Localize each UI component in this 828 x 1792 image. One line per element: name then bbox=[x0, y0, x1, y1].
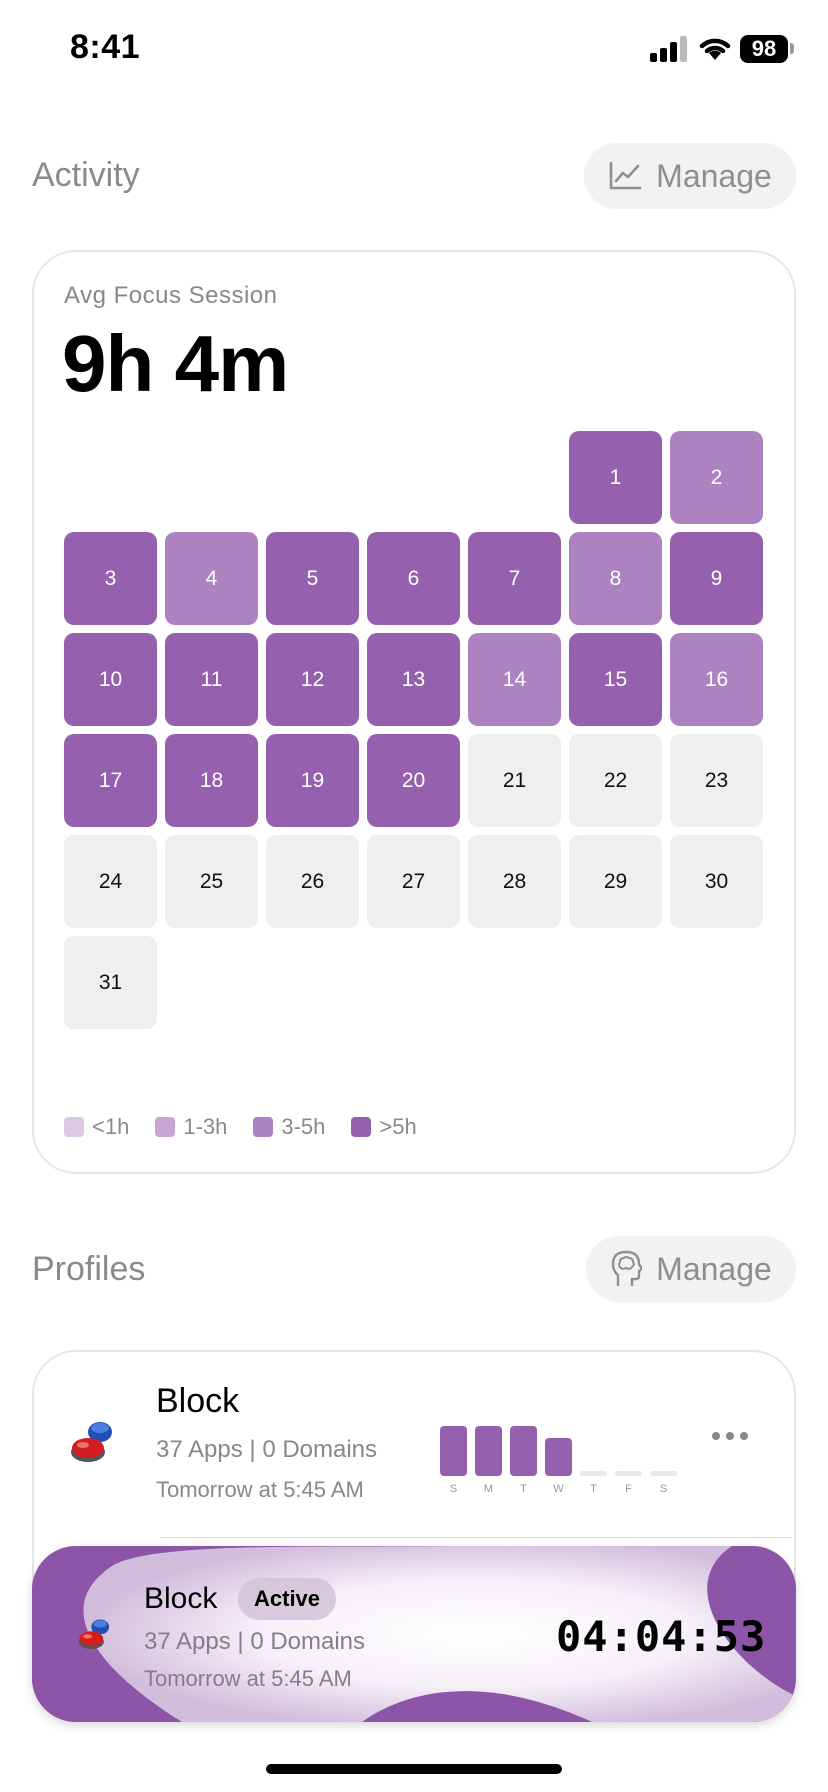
calendar-day[interactable]: 1 bbox=[569, 431, 662, 524]
legend-item: <1h bbox=[64, 1114, 129, 1140]
dot-icon bbox=[740, 1432, 748, 1440]
usage-bar bbox=[545, 1438, 572, 1476]
calendar-day[interactable]: 27 bbox=[367, 835, 460, 928]
active-profile-name: Block bbox=[144, 1582, 218, 1615]
home-indicator[interactable] bbox=[266, 1764, 562, 1774]
legend-label: <1h bbox=[92, 1114, 130, 1139]
usage-bar bbox=[475, 1426, 502, 1476]
calendar-day[interactable]: 13 bbox=[367, 633, 460, 726]
calendar-day[interactable]: 11 bbox=[165, 633, 258, 726]
calendar-day[interactable]: 4 bbox=[165, 532, 258, 625]
brain-head-icon bbox=[611, 1250, 643, 1286]
usage-day-label: T bbox=[520, 1483, 527, 1495]
legend-item: 3-5h bbox=[253, 1114, 325, 1140]
calendar-day[interactable]: 14 bbox=[468, 633, 561, 726]
calendar-day[interactable]: 28 bbox=[468, 835, 561, 928]
calendar-day[interactable]: 21 bbox=[468, 734, 561, 827]
profiles-manage-button[interactable]: Manage bbox=[586, 1236, 796, 1302]
usage-day-label: T bbox=[590, 1483, 597, 1495]
avg-focus-label: Avg Focus Session bbox=[64, 282, 278, 309]
calendar-day[interactable]: 5 bbox=[266, 532, 359, 625]
calendar-legend: <1h 1-3h 3-5h >5h bbox=[64, 1114, 417, 1140]
calendar-day[interactable]: 9 bbox=[670, 532, 763, 625]
calendar-day[interactable]: 10 bbox=[64, 633, 157, 726]
calendar-day[interactable]: 29 bbox=[569, 835, 662, 928]
profile-schedule: Tomorrow at 5:45 AM bbox=[156, 1477, 364, 1502]
status-time: 8:41 bbox=[70, 28, 141, 66]
calendar-day[interactable]: 22 bbox=[569, 734, 662, 827]
wifi-icon bbox=[699, 38, 731, 60]
calendar-day[interactable]: 8 bbox=[569, 532, 662, 625]
legend-item: >5h bbox=[351, 1114, 417, 1140]
usage-bar bbox=[510, 1426, 537, 1476]
usage-day-label: S bbox=[449, 1483, 458, 1495]
avg-focus-value: 9h 4m bbox=[62, 319, 289, 408]
battery-level: 98 bbox=[751, 36, 777, 61]
legend-swatch bbox=[155, 1117, 176, 1137]
legend-item: 1-3h bbox=[155, 1114, 227, 1140]
calendar-day[interactable]: 16 bbox=[670, 633, 763, 726]
profile-divider bbox=[160, 1537, 792, 1538]
cellular-signal-icon bbox=[650, 36, 687, 62]
legend-label: >5h bbox=[379, 1114, 417, 1139]
profiles-manage-label: Manage bbox=[656, 1250, 772, 1287]
calendar-day[interactable]: 26 bbox=[266, 835, 359, 928]
legend-label: 1-3h bbox=[183, 1114, 228, 1139]
calendar-day[interactable]: 3 bbox=[64, 532, 157, 625]
profile-name: Block bbox=[156, 1382, 240, 1420]
calendar-day[interactable]: 7 bbox=[468, 532, 561, 625]
calendar-grid: 1 2 3 4 5 6 7 8 9 10 11 12 13 14 15 16 17 18 19 20 21 22 23 24 2… bbox=[64, 431, 764, 1031]
activity-title: Activity bbox=[32, 156, 140, 194]
more-options-button[interactable] bbox=[712, 1432, 748, 1440]
battery-icon: 98 bbox=[740, 35, 788, 63]
calendar-day[interactable]: 31 bbox=[64, 936, 157, 1029]
calendar-day[interactable]: 18 bbox=[165, 734, 258, 827]
battery-nub bbox=[790, 43, 794, 54]
activity-manage-label: Manage bbox=[656, 157, 772, 194]
active-status-badge: Active bbox=[238, 1578, 337, 1620]
session-timer: 04:04:53 bbox=[556, 1612, 767, 1661]
calendar-day[interactable]: 23 bbox=[670, 734, 763, 827]
calendar-day[interactable]: 6 bbox=[367, 532, 460, 625]
calendar-day[interactable]: 17 bbox=[64, 734, 157, 827]
usage-bar bbox=[440, 1426, 467, 1476]
profile-details: 37 Apps | 0 Domains bbox=[156, 1436, 378, 1463]
profiles-title: Profiles bbox=[32, 1250, 146, 1288]
calendar-day[interactable]: 30 bbox=[670, 835, 763, 928]
legend-swatch bbox=[351, 1117, 372, 1137]
calendar-day[interactable]: 19 bbox=[266, 734, 359, 827]
legend-label: 3-5h bbox=[281, 1114, 326, 1139]
active-profile-details: 37 Apps | 0 Domains bbox=[144, 1628, 366, 1655]
usage-day-label: F bbox=[625, 1483, 632, 1495]
usage-bar bbox=[650, 1471, 677, 1476]
calendar-day[interactable]: 20 bbox=[367, 734, 460, 827]
activity-manage-button[interactable]: Manage bbox=[584, 143, 796, 209]
trend-chart-icon bbox=[609, 161, 642, 190]
buzzer-button-icon bbox=[78, 1619, 110, 1650]
calendar-day[interactable]: 25 bbox=[165, 835, 258, 928]
usage-bar bbox=[580, 1471, 607, 1476]
usage-bar bbox=[615, 1471, 642, 1476]
usage-day-label: W bbox=[553, 1483, 564, 1495]
calendar-day[interactable]: 15 bbox=[569, 633, 662, 726]
calendar-day[interactable]: 12 bbox=[266, 633, 359, 726]
usage-day-label: M bbox=[483, 1483, 494, 1495]
dot-icon bbox=[726, 1432, 734, 1440]
legend-swatch bbox=[64, 1117, 84, 1137]
dot-icon bbox=[712, 1432, 720, 1440]
legend-swatch bbox=[253, 1117, 274, 1137]
buzzer-button-icon bbox=[71, 1422, 112, 1462]
usage-day-label: S bbox=[659, 1483, 668, 1495]
active-profile-schedule: Tomorrow at 5:45 AM bbox=[144, 1666, 352, 1691]
calendar-day[interactable]: 2 bbox=[670, 431, 763, 524]
calendar-day[interactable]: 24 bbox=[64, 835, 157, 928]
